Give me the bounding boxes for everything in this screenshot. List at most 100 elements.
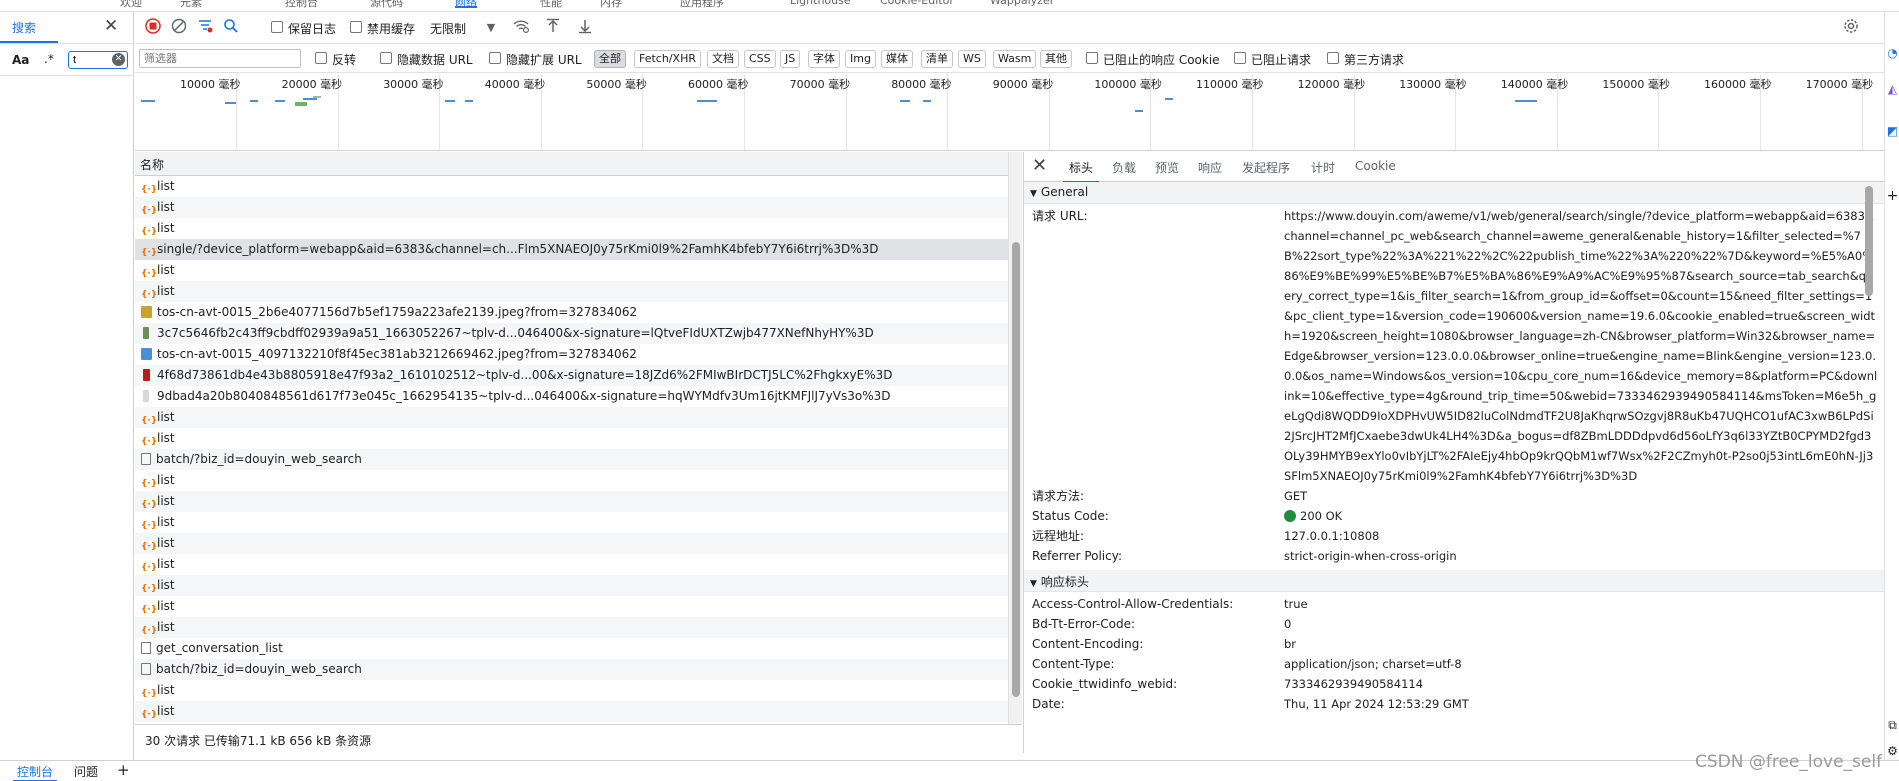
disable-cache-checkbox[interactable] — [350, 21, 362, 33]
type-filter-ws[interactable]: WS — [958, 50, 986, 68]
devtools-tab[interactable]: Cookie-Editor — [880, 0, 954, 8]
request-row[interactable]: get_conversation_list — [135, 638, 1008, 659]
gear-icon[interactable] — [1841, 18, 1861, 38]
regex-toggle[interactable]: .* — [44, 52, 54, 66]
detail-scrollbar[interactable] — [1862, 182, 1876, 753]
request-row[interactable]: {·}list — [135, 554, 1008, 575]
request-row[interactable]: {·}list — [135, 575, 1008, 596]
request-row[interactable]: {·}list — [135, 281, 1008, 302]
section-response-headers[interactable]: ▼ 响应标头 — [1024, 570, 1886, 592]
request-row[interactable]: {·}list — [135, 617, 1008, 638]
type-filter-wasm[interactable]: Wasm — [993, 50, 1037, 68]
type-filter-js[interactable]: JS — [780, 50, 801, 68]
header-value[interactable]: https://www.douyin.com/aweme/v1/web/gene… — [1284, 206, 1886, 486]
side-extension-icon[interactable]: ◭ — [1885, 82, 1899, 96]
request-row[interactable]: {·}list — [135, 470, 1008, 491]
request-row[interactable]: {·}list — [135, 407, 1008, 428]
request-row[interactable]: batch/?biz_id=douyin_web_search — [135, 449, 1008, 470]
throttling-select[interactable]: 无限制 — [430, 20, 466, 37]
filter-input[interactable] — [139, 49, 301, 68]
export-har-icon[interactable] — [575, 18, 595, 38]
request-row[interactable]: {·}single/?device_platform=webapp&aid=63… — [135, 239, 1008, 260]
header-value[interactable]: 200 OK — [1284, 506, 1886, 526]
side-extension-icon[interactable]: ◩ — [1885, 124, 1899, 138]
request-row[interactable]: {·}list — [135, 596, 1008, 617]
filter-icon[interactable] — [195, 18, 215, 38]
request-row[interactable]: 3c7c5646fb2c43ff9cbdff02939a9a51_1663052… — [135, 323, 1008, 344]
close-icon[interactable]: ✕ — [104, 16, 118, 36]
request-row[interactable]: {·}list — [135, 260, 1008, 281]
header-value[interactable]: GET — [1284, 486, 1886, 506]
request-row[interactable]: {·}list — [135, 176, 1008, 197]
devtools-tab[interactable]: 性能 — [540, 0, 562, 9]
type-filter-other[interactable]: 其他 — [1040, 50, 1072, 68]
devtools-tab[interactable]: 网络 — [455, 0, 477, 9]
request-row[interactable]: {·}list — [135, 701, 1008, 722]
section-general[interactable]: ▼ General — [1024, 182, 1886, 204]
overview-timeline[interactable]: 10000 毫秒 20000 毫秒 30000 毫秒 40000 毫秒 50000 毫秒… — [135, 74, 1884, 151]
import-har-icon[interactable] — [543, 18, 563, 38]
request-row[interactable]: {·}list — [135, 533, 1008, 554]
request-row[interactable]: tos-cn-avt-0015_2b6e4077156d7b5ef1759a22… — [135, 302, 1008, 323]
type-filter-img[interactable]: Img — [845, 50, 876, 68]
side-extension-icon[interactable]: ◔ — [1885, 46, 1899, 60]
column-header-name[interactable]: 名称 — [135, 152, 1008, 176]
header-value[interactable]: true — [1284, 594, 1886, 614]
close-icon[interactable]: ✕ — [1032, 155, 1047, 176]
request-row[interactable]: 9dbad4a20b8040848561d617f73e045c_1662954… — [135, 386, 1008, 407]
add-tab-icon[interactable]: + — [117, 761, 130, 779]
devtools-tab[interactable]: 欢迎 — [120, 0, 142, 9]
clear-log-icon[interactable] — [169, 18, 189, 38]
request-row[interactable]: 4f68d73861db4e43b8805918e47f93a2_1610102… — [135, 365, 1008, 386]
type-filter-manifest[interactable]: 清单 — [921, 50, 953, 68]
search-panel-title[interactable]: 搜索 — [0, 19, 59, 43]
type-filter-css[interactable]: CSS — [744, 50, 776, 68]
add-icon[interactable]: + — [1885, 188, 1899, 204]
request-row[interactable]: {·}list — [135, 512, 1008, 533]
devtools-tab[interactable]: 元素 — [180, 0, 202, 9]
network-conditions-icon[interactable] — [511, 18, 531, 38]
type-filter-fetch-xhr[interactable]: Fetch/XHR — [634, 50, 701, 68]
tab-payload[interactable]: 负载 — [1112, 159, 1136, 176]
tab-timing[interactable]: 计时 — [1311, 159, 1335, 176]
type-filter-all[interactable]: 全部 — [594, 50, 626, 68]
tab-initiator[interactable]: 发起程序 — [1242, 159, 1290, 176]
request-row[interactable]: {·}list — [135, 197, 1008, 218]
header-value[interactable]: 127.0.0.1:10808 — [1284, 526, 1886, 546]
drawer-tab-issues[interactable]: 问题 — [74, 763, 98, 780]
request-row[interactable]: {·}list — [135, 491, 1008, 512]
request-row[interactable]: {·}list — [135, 218, 1008, 239]
search-icon[interactable] — [221, 18, 241, 38]
third-party-checkbox[interactable] — [1327, 52, 1339, 64]
devtools-tab[interactable]: 内存 — [600, 0, 622, 9]
gear-icon[interactable]: ⚙ — [1885, 744, 1899, 758]
header-value[interactable]: 0 — [1284, 614, 1886, 634]
header-value[interactable]: strict-origin-when-cross-origin — [1284, 546, 1886, 566]
tab-preview[interactable]: 预览 — [1155, 159, 1179, 176]
scrollbar-thumb[interactable] — [1865, 186, 1873, 296]
chevron-down-icon[interactable]: ▼ — [481, 18, 501, 38]
tab-cookies[interactable]: Cookie — [1355, 159, 1396, 173]
drawer-tab-console[interactable]: 控制台 — [12, 763, 58, 781]
tab-response[interactable]: 响应 — [1198, 159, 1222, 176]
clear-search-icon[interactable]: ✕ — [112, 53, 125, 66]
tab-headers[interactable]: 标头 — [1062, 159, 1100, 183]
record-stop-icon[interactable] — [143, 18, 163, 38]
devtools-tab[interactable]: 源代码 — [370, 0, 403, 9]
devtools-tab[interactable]: Lighthouse — [790, 0, 851, 8]
request-list-scrollbar[interactable] — [1008, 152, 1022, 724]
type-filter-font[interactable]: 字体 — [808, 50, 840, 68]
type-filter-doc[interactable]: 文档 — [707, 50, 739, 68]
devtools-tab[interactable]: 控制台 — [285, 0, 318, 9]
hide-ext-urls-checkbox[interactable] — [489, 52, 501, 64]
header-value[interactable]: br — [1284, 634, 1886, 654]
scrollbar-thumb[interactable] — [1012, 242, 1020, 697]
header-value[interactable]: application/json; charset=utf-8 — [1284, 654, 1886, 674]
devtools-tab[interactable]: 应用程序 — [680, 0, 724, 9]
side-panel-icon[interactable]: ⧉ — [1885, 718, 1899, 733]
match-case-toggle[interactable]: Aa — [12, 53, 29, 67]
header-value[interactable]: 7333462939490584114 — [1284, 674, 1886, 694]
blocked-cookies-checkbox[interactable] — [1086, 52, 1098, 64]
request-row[interactable]: batch/?biz_id=douyin_web_search — [135, 659, 1008, 680]
type-filter-media[interactable]: 媒体 — [881, 50, 913, 68]
